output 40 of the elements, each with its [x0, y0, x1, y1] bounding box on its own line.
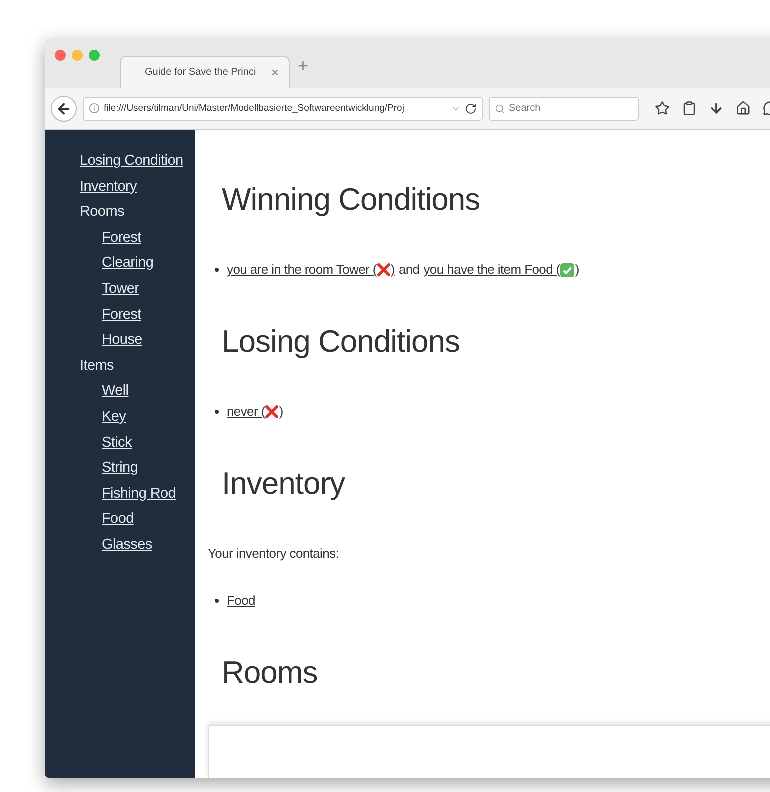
sidebar-link[interactable]: Inventory [80, 174, 137, 200]
condition-link[interactable]: you have the item Food ( ) [424, 260, 580, 280]
sidebar-link[interactable]: Stick [102, 430, 132, 456]
search-field[interactable]: Search [489, 96, 639, 120]
bullet [215, 599, 219, 603]
sidebar-link[interactable]: Losing Condition [80, 149, 184, 175]
bullet [215, 268, 219, 272]
sidebar-group-label: Items [80, 356, 114, 376]
download-icon[interactable] [709, 101, 724, 116]
section-heading: Losing Conditions [222, 323, 461, 361]
home-icon[interactable] [736, 101, 751, 116]
section-heading: Inventory [222, 465, 346, 503]
sidebar-link[interactable]: Key [102, 404, 126, 431]
browser-tab[interactable]: Guide for Save the Princi × [120, 56, 290, 88]
back-button[interactable] [51, 96, 77, 122]
reload-icon[interactable] [465, 102, 477, 114]
condition-link[interactable]: never ( ) [227, 402, 284, 422]
address-bar[interactable]: file:///Users/tilman/Uni/Master/Modellbasierte_Softwareentwicklung/Proj [83, 96, 483, 120]
sidebar-link[interactable]: Food [102, 507, 134, 533]
sidebar-link[interactable]: House [102, 328, 142, 354]
sidebar-link[interactable]: Forest [102, 302, 142, 328]
clipboard-icon[interactable] [682, 101, 697, 116]
sidebar-link[interactable]: Fishing Rod [102, 482, 176, 508]
sidebar-link[interactable]: Well [102, 379, 129, 405]
bullet [215, 410, 219, 414]
sidebar-link[interactable]: String [102, 456, 138, 482]
item-link[interactable]: Food [227, 591, 256, 611]
sidebar-link[interactable]: Tower [102, 276, 140, 303]
inventory-intro: Your inventory contains: [208, 545, 340, 563]
star-icon[interactable] [655, 101, 670, 116]
section-heading: Winning Conditions [222, 181, 482, 219]
sidebar-group-label: Rooms [80, 203, 124, 222]
section-heading: Rooms [222, 654, 319, 692]
search-icon [495, 104, 505, 114]
sidebar-link[interactable]: Glasses [102, 532, 152, 558]
sidebar-link[interactable]: Forest [102, 226, 142, 252]
condition-link[interactable]: you are in the room Tower ( ) [227, 260, 395, 280]
info-icon [89, 103, 100, 114]
conjunction-text: and [398, 261, 420, 279]
sidebar-link[interactable]: Clearing [102, 251, 154, 277]
